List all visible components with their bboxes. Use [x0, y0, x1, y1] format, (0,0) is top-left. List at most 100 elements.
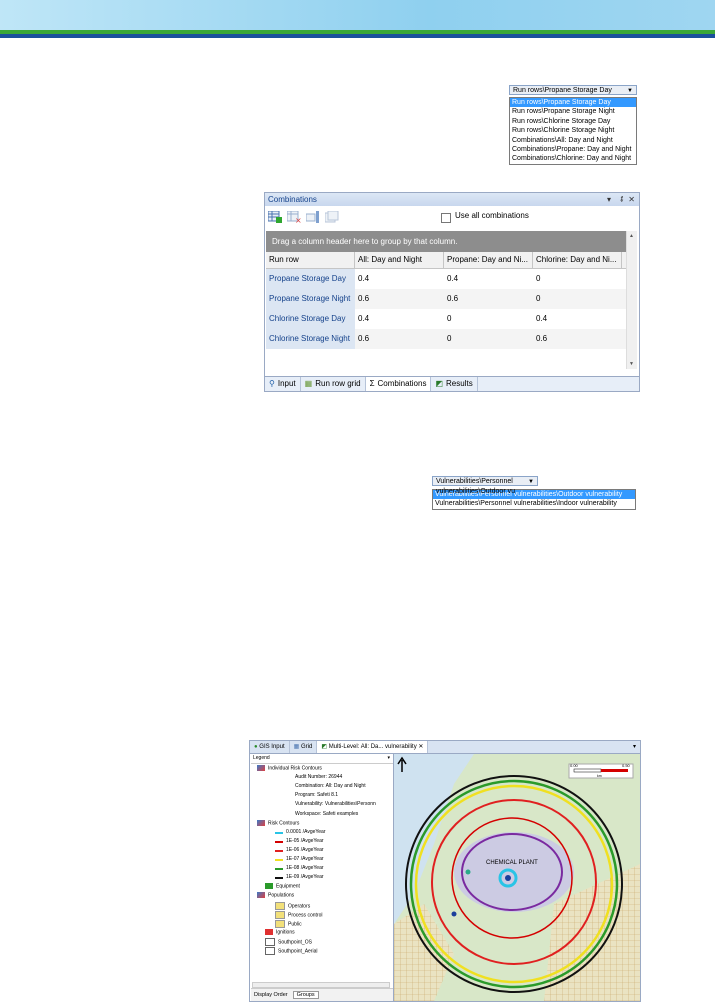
- combinations-toolbar: × Use all combinations: [265, 206, 639, 228]
- runrow-option[interactable]: Run rows\Propane Storage Day: [510, 98, 636, 108]
- tab-gis-input[interactable]: ● GIS Input: [250, 741, 290, 753]
- legend-item[interactable]: Ignitions: [265, 928, 295, 936]
- runrow-option[interactable]: Run rows\Propane Storage Night: [510, 107, 636, 116]
- cell-all[interactable]: 0.6: [355, 329, 444, 349]
- svg-text:×: ×: [295, 216, 301, 223]
- add-combination-icon[interactable]: [268, 211, 282, 223]
- runrow-dropdown[interactable]: Run rows\Propane Storage Day ▼ Run rows\…: [509, 85, 637, 165]
- legend-item[interactable]: 1E-09 /AvgeYear: [275, 874, 324, 881]
- close-icon[interactable]: ✕: [628, 193, 635, 206]
- delete-combination-icon[interactable]: ×: [287, 211, 301, 223]
- legend-item-label: Southpoint_Aerial: [278, 948, 318, 955]
- legend-item[interactable]: 0.0001 /AvgeYear: [275, 829, 325, 836]
- equipment-marker[interactable]: [505, 875, 511, 881]
- chevron-down-icon[interactable]: ▼: [528, 477, 534, 487]
- population-icon: [275, 901, 285, 910]
- cell-propane[interactable]: 0: [444, 329, 533, 349]
- display-order-tab[interactable]: Display Order: [251, 992, 291, 998]
- vulnerability-dropdown-selected[interactable]: Vulnerabilities\Personnel vulnerabilitie…: [432, 476, 538, 495]
- table-row[interactable]: Chlorine Storage Day 0.4 0 0.4: [266, 309, 626, 329]
- scroll-up-icon[interactable]: ▲: [629, 233, 634, 239]
- legend-item[interactable]: Operators: [275, 901, 310, 910]
- legend-item[interactable]: 1E-06 /AvgeYear: [275, 847, 324, 854]
- group-by-area[interactable]: Drag a column header here to group by th…: [266, 231, 626, 252]
- pin-icon[interactable]: ᵮ: [621, 193, 623, 206]
- cell-propane[interactable]: 0: [444, 309, 533, 329]
- column-header-run-row[interactable]: Run row: [266, 252, 355, 268]
- use-all-combinations-checkbox[interactable]: [441, 213, 451, 223]
- runrow-option[interactable]: Combinations\Propane: Day and Night: [510, 145, 636, 154]
- legend-item[interactable]: Southpoint_OS: [265, 937, 312, 946]
- close-icon[interactable]: ✕: [418, 744, 423, 750]
- scroll-down-icon[interactable]: ▼: [629, 361, 634, 367]
- legend-item[interactable]: Vulnerability: Vulnerabilities\Personn: [295, 801, 376, 808]
- legend-item[interactable]: Southpoint_Aerial: [265, 947, 317, 955]
- legend-item[interactable]: Individual Risk Contours: [257, 765, 322, 772]
- groups-tab[interactable]: Groups: [292, 991, 319, 999]
- runrow-option[interactable]: Combinations\All: Day and Night: [510, 136, 636, 145]
- results-map-icon: ◩: [435, 379, 444, 388]
- legend-item[interactable]: Public: [275, 919, 302, 928]
- legend-item-label: 1E-08 /AvgeYear: [286, 865, 324, 872]
- cell-propane[interactable]: 0.4: [444, 269, 533, 289]
- cell-all[interactable]: 0.4: [355, 309, 444, 329]
- tab-run-row-grid[interactable]: ▦ Run row grid: [301, 377, 366, 391]
- runrow-option[interactable]: Run rows\Chlorine Storage Night: [510, 126, 636, 135]
- table-row[interactable]: Chlorine Storage Night 0.6 0 0.6: [266, 329, 626, 349]
- scale-bar: 0.00 0.50 km: [568, 763, 634, 779]
- column-header-chlorine[interactable]: Chlorine: Day and Ni...: [533, 252, 622, 268]
- legend-item[interactable]: Risk Contours: [257, 819, 300, 827]
- legend-item[interactable]: Program: Safeti 8.1: [295, 792, 338, 799]
- runrow-dropdown-selected[interactable]: Run rows\Propane Storage Day ▼: [509, 85, 637, 95]
- vulnerability-dropdown[interactable]: Vulnerabilities\Personnel vulnerabilitie…: [432, 476, 636, 510]
- cell-chlorine[interactable]: 0: [533, 289, 622, 309]
- legend-item-label: Risk Contours: [268, 819, 300, 826]
- legend-item-label: Southpoint_OS: [278, 939, 312, 946]
- table-row[interactable]: Propane Storage Day 0.4 0.4 0: [266, 269, 626, 289]
- dropdown-arrow-icon[interactable]: ▾: [387, 754, 390, 763]
- legend-title: Legend: [253, 755, 270, 761]
- runrow-option[interactable]: Combinations\Chlorine: Day and Night: [510, 154, 636, 163]
- dropdown-arrow-icon[interactable]: ▾: [607, 193, 611, 206]
- legend-item[interactable]: 1E-08 /AvgeYear: [275, 865, 324, 872]
- cell-all[interactable]: 0.6: [355, 289, 444, 309]
- scale-unit: km: [597, 774, 602, 778]
- equipment-icon: [265, 883, 273, 890]
- chevron-down-icon[interactable]: ▼: [627, 86, 633, 96]
- tab-grid[interactable]: ▦ Grid: [290, 741, 318, 753]
- legend-item[interactable]: Combination: All: Day and Night: [295, 783, 366, 790]
- risk-contour-map[interactable]: CHEMICAL PLANT N 0.00 0.50 km: [394, 754, 640, 1001]
- column-header-all[interactable]: All: Day and Night: [355, 252, 444, 268]
- tab-combinations[interactable]: Σ Combinations: [365, 377, 432, 391]
- legend-item-label: Combination: All: Day and Night: [295, 783, 366, 790]
- layer-group-icon: [257, 819, 265, 826]
- legend-item-label: 1E-05 /AvgeYear: [286, 837, 324, 844]
- copy-grid-icon[interactable]: [325, 211, 339, 223]
- equipment-marker[interactable]: [465, 869, 471, 875]
- map-view[interactable]: CHEMICAL PLANT N 0.00 0.50 km: [394, 754, 640, 1001]
- vertical-scrollbar[interactable]: ▲ ▼: [626, 231, 637, 369]
- dropdown-arrow-icon[interactable]: ▾: [633, 741, 636, 753]
- population-marker[interactable]: [451, 911, 457, 917]
- cell-chlorine[interactable]: 0.4: [533, 309, 622, 329]
- column-header-propane[interactable]: Propane: Day and Ni...: [444, 252, 533, 268]
- tab-input[interactable]: ⚲ Input: [265, 377, 301, 391]
- legend-item[interactable]: 1E-07 /AvgeYear: [275, 856, 324, 863]
- edit-column-icon[interactable]: [306, 211, 320, 223]
- legend-item[interactable]: Workspace: Safeti examples: [295, 811, 358, 818]
- runrow-option[interactable]: Run rows\Chlorine Storage Day: [510, 117, 636, 126]
- cell-chlorine[interactable]: 0.6: [533, 329, 622, 349]
- cell-propane[interactable]: 0.6: [444, 289, 533, 309]
- cell-all[interactable]: 0.4: [355, 269, 444, 289]
- legend-item[interactable]: Audit Number: 26944: [295, 774, 342, 781]
- tab-results[interactable]: ◩ Results: [431, 377, 478, 391]
- tab-multi-level[interactable]: ◩ Multi-Level: All: Da... vulnerability …: [317, 741, 429, 753]
- legend-item[interactable]: Equipment: [265, 883, 300, 890]
- table-row[interactable]: Propane Storage Night 0.6 0.6 0: [266, 289, 626, 309]
- vulnerability-option[interactable]: Vulnerabilities\Personnel vulnerabilitie…: [433, 499, 635, 508]
- legend-item[interactable]: Process control: [275, 910, 322, 919]
- cell-chlorine[interactable]: 0: [533, 269, 622, 289]
- legend-item[interactable]: 1E-05 /AvgeYear: [275, 838, 324, 845]
- legend-item[interactable]: Populations: [257, 892, 294, 899]
- legend-panel: Legend ▾ Individual Risk Contours Audit N…: [251, 754, 394, 1001]
